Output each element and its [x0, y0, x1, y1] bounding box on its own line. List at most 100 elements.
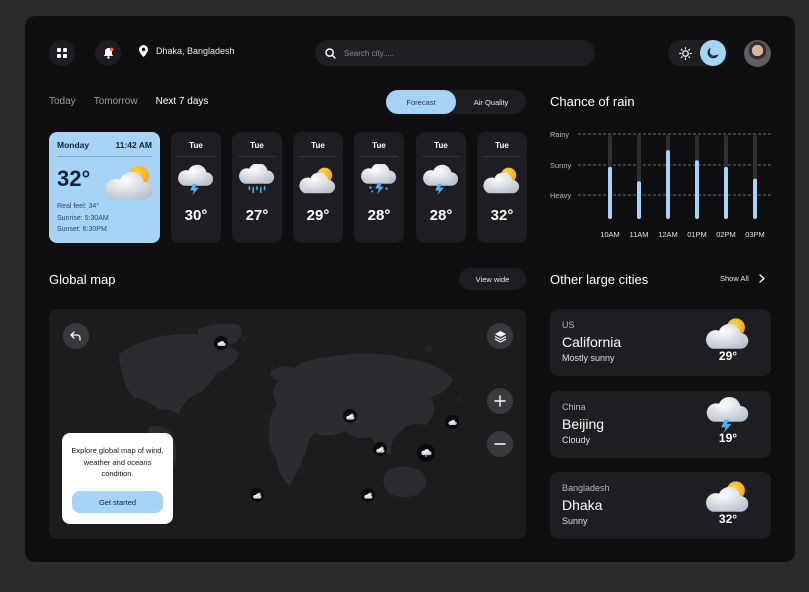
forecast-day: Tue [311, 141, 325, 150]
layers-icon [494, 330, 506, 343]
city-card[interactable]: US California Mostly sunny 29° [550, 309, 771, 376]
map-weather-pin[interactable] [250, 488, 264, 502]
rain-time-label: 10AM [600, 230, 620, 239]
rain-cloud-icon [238, 164, 276, 196]
zoom-out-button[interactable] [487, 431, 513, 457]
rain-time-label: 11AM [629, 230, 648, 239]
tab-next-7-days[interactable]: Next 7 days [156, 96, 209, 107]
forecast-day: Tue [495, 141, 509, 150]
forecast-card[interactable]: Tue 28° [416, 132, 466, 243]
city-card[interactable]: China Beijing Cloudy 19° [550, 391, 771, 458]
global-map[interactable]: Explore global map of wind, weather and … [49, 309, 526, 539]
real-feel: Real feel: 34° [57, 203, 100, 210]
rain-time-label: 03PM [745, 230, 765, 239]
map-weather-pin[interactable] [445, 415, 459, 429]
rain-time-label: 01PM [687, 230, 707, 239]
forecast-temp: 28° [367, 207, 391, 224]
rain-bar [724, 166, 728, 219]
tab-today[interactable]: Today [49, 96, 76, 107]
forecast-button[interactable]: Forecast [386, 90, 456, 114]
map-weather-pin[interactable] [417, 444, 435, 462]
sun-cloud-icon [364, 492, 373, 499]
explore-text: Explore global map of wind, weather and … [71, 446, 164, 478]
rain-bar [753, 178, 757, 219]
forecast-temp: 28° [429, 207, 453, 224]
map-weather-pin[interactable] [343, 409, 357, 423]
grid-menu-button[interactable] [49, 40, 75, 66]
minus-icon [494, 443, 506, 445]
city-condition: Sunny [562, 516, 588, 526]
dark-mode-button[interactable] [700, 40, 726, 66]
back-arrow-icon [70, 331, 81, 341]
map-weather-pin[interactable] [361, 488, 375, 502]
city-country: Bangladesh [562, 483, 610, 493]
sunrise: Sunrise: 5:30AM [57, 214, 109, 222]
today-details: Real feel: 34° Sunrise: 5:30AM Sunset: 6… [57, 201, 109, 236]
forecast-temp: 29° [306, 207, 330, 224]
location-pin-icon [139, 45, 148, 57]
forecast-card[interactable]: Tue 32° [477, 132, 527, 243]
sun-cloud-icon [376, 446, 385, 453]
forecast-card[interactable]: Tue 28° [354, 132, 404, 243]
plus-icon [494, 395, 506, 407]
rain-bar [608, 166, 612, 219]
tab-tomorrow[interactable]: Tomorrow [94, 96, 138, 107]
city-temp: 32° [718, 512, 738, 526]
show-all-link[interactable]: Show All [720, 274, 765, 283]
search-icon [325, 47, 336, 59]
view-wide-button[interactable]: View wide [459, 268, 526, 290]
zoom-in-button[interactable] [487, 388, 513, 414]
show-all-label: Show All [720, 274, 749, 283]
rain-level-label: Rainy [550, 130, 569, 139]
forecast-card[interactable]: Tue 27° [232, 132, 282, 243]
thunder-cloud-icon [705, 397, 751, 433]
forecast-temp: 30° [184, 207, 208, 224]
light-mode-button[interactable] [672, 40, 698, 66]
forecast-card[interactable]: Tue 29° [293, 132, 343, 243]
forecast-temp: 27° [245, 207, 269, 224]
rain-level-label: Heavy [550, 191, 572, 200]
location[interactable]: Dhaka, Bangladesh [139, 45, 235, 57]
avatar[interactable] [744, 40, 771, 67]
search-bar[interactable] [315, 40, 595, 66]
city-temp: 19° [718, 431, 738, 445]
forecast-day: Tue [372, 141, 386, 150]
map-weather-pin[interactable] [373, 442, 387, 456]
forecast-card[interactable]: Tue 30° [171, 132, 221, 243]
search-input[interactable] [344, 48, 564, 58]
city-country: US [562, 320, 575, 330]
city-condition: Cloudy [562, 435, 591, 445]
explore-map-card: Explore global map of wind, weather and … [62, 433, 173, 524]
map-weather-pin[interactable] [214, 336, 228, 350]
snow-thunder-cloud-icon [360, 164, 398, 196]
back-button[interactable] [63, 323, 89, 349]
sun-icon [678, 46, 692, 60]
thunder-cloud-icon [177, 164, 215, 196]
theme-toggle[interactable] [668, 40, 728, 66]
bell-icon [103, 47, 114, 59]
air-quality-button[interactable]: Air Quality [456, 90, 526, 114]
location-label: Dhaka, Bangladesh [156, 46, 235, 56]
rain-time-label: 12AM [658, 230, 678, 239]
layers-button[interactable] [487, 323, 513, 349]
cloud-icon [217, 340, 226, 347]
notifications-button[interactable] [95, 40, 121, 66]
day-tabs: Today Tomorrow Next 7 days [49, 96, 208, 107]
city-condition: Mostly sunny [562, 353, 615, 363]
today-card[interactable]: Monday 11:42 AM 32° Real feel: 34° Sunri… [49, 132, 160, 243]
sun-cloud-icon [299, 164, 337, 196]
today-header: Monday 11:42 AM [57, 140, 152, 157]
rain-chart-title: Chance of rain [550, 94, 635, 109]
rain-chart: Rainy Sunny Heavy 10AM 11AM 12AM 01PM 02PM 03PM [550, 130, 772, 239]
city-card[interactable]: Bangladesh Dhaka Sunny 32° [550, 472, 771, 539]
get-started-button[interactable]: Get started [72, 491, 163, 513]
sun-cloud-icon [253, 492, 262, 499]
today-day: Monday [57, 140, 90, 150]
rain-time-label: 02PM [716, 230, 736, 239]
today-time: 11:42 AM [115, 140, 152, 150]
weather-dashboard: Dhaka, Bangladesh Search city..... Today… [25, 16, 795, 562]
today-temperature: 32° [57, 166, 91, 191]
forecast-temp: 32° [490, 207, 514, 224]
rain-bar [695, 160, 699, 219]
chevron-right-icon [759, 274, 765, 283]
